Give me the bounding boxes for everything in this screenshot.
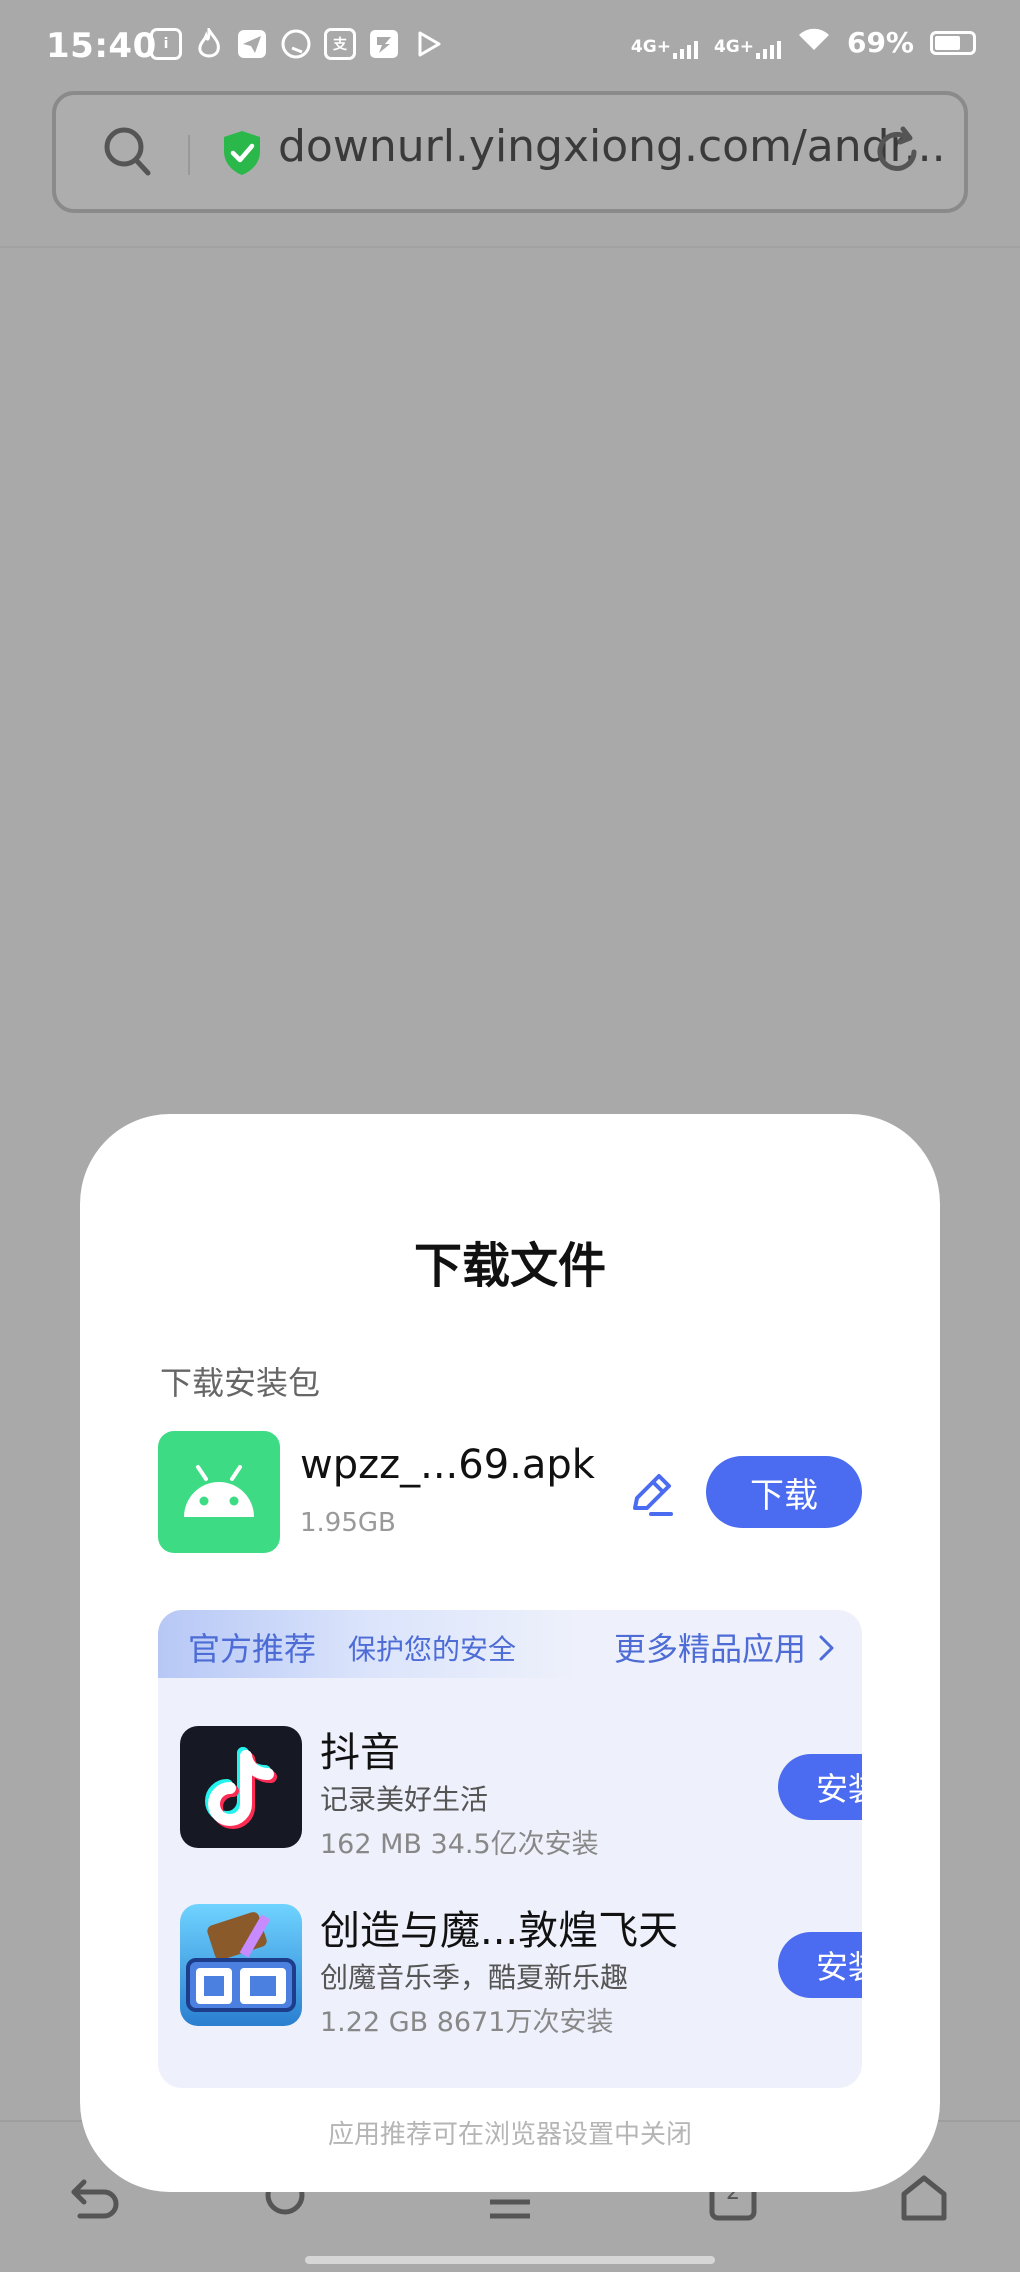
- android-icon: [158, 1431, 280, 1553]
- search-icon[interactable]: [102, 125, 154, 185]
- download-button[interactable]: 下载: [706, 1456, 862, 1528]
- chevron-right-icon[interactable]: [818, 1634, 836, 1666]
- gesture-bar[interactable]: [305, 2256, 715, 2264]
- wifi-icon: [797, 26, 831, 59]
- address-bar[interactable]: downurl.yingxiong.com/andr...: [52, 91, 968, 213]
- app-meta: 1.22 GB 8671万次安装: [320, 2007, 614, 2038]
- signal-bars-icon: [672, 39, 698, 59]
- alipay-icon: 支: [324, 28, 356, 60]
- battery-percent: 69%: [846, 26, 914, 59]
- status-right: 4G+ 4G+ 69%: [631, 26, 976, 59]
- signal-bars-icon: [755, 39, 781, 59]
- install-button[interactable]: 安装: [778, 1754, 862, 1820]
- more-apps-link[interactable]: 更多精品应用: [614, 1624, 806, 1670]
- back-icon[interactable]: [70, 2172, 122, 2228]
- dialog-title: 下载文件: [413, 1238, 606, 1294]
- install-button[interactable]: 安装: [778, 1932, 862, 1998]
- official-recommend-label: 官方推荐: [188, 1630, 317, 1668]
- signal-2: 4G+: [714, 26, 781, 59]
- fire-icon: [194, 24, 224, 64]
- app-desc: 记录美好生活: [320, 1783, 489, 1816]
- status-bar: 15:40 i 支 4G+ 4G+ 69%: [0, 0, 1020, 90]
- download-dialog: 下载文件 下载安装包 wpzz_...69.apk 1.95GB 下载 官方推荐…: [80, 1114, 940, 2192]
- battery-icon: [930, 30, 976, 55]
- address-divider: [188, 135, 190, 175]
- app-meta: 162 MB 34.5亿次安装: [320, 1829, 599, 1860]
- recommendation-panel: 官方推荐 保护您的安全 更多精品应用 抖音 记录美好生活 162 MB 34.5…: [158, 1610, 862, 2088]
- iqiyi-icon: i: [150, 28, 182, 60]
- toolbar-divider: [0, 246, 1020, 248]
- notification-icons: i 支: [150, 24, 444, 64]
- list-item: 创造与魔...敦煌飞天 创魔音乐季，酷夏新乐趣 1.22 GB 8671万次安装…: [180, 1904, 862, 2038]
- file-name: wpzz_...69.apk: [300, 1442, 595, 1488]
- app-name: 创造与魔...敦煌飞天: [320, 1908, 679, 1954]
- game-icon: [368, 28, 400, 64]
- list-item: 抖音 记录美好生活 162 MB 34.5亿次安装 安装: [180, 1726, 862, 1860]
- url-text[interactable]: downurl.yingxiong.com/andr...: [278, 121, 946, 172]
- reload-icon[interactable]: [870, 125, 924, 183]
- qq-icon: [280, 28, 312, 64]
- edit-icon[interactable]: [625, 1468, 677, 1524]
- paper-plane-icon: [236, 28, 268, 64]
- app-name: 抖音: [320, 1730, 400, 1776]
- safety-label: 保护您的安全: [348, 1633, 517, 1666]
- creation-magic-icon[interactable]: [180, 1904, 302, 2026]
- home-icon[interactable]: [898, 2172, 950, 2228]
- app-desc: 创魔音乐季，酷夏新乐趣: [320, 1961, 629, 1994]
- douyin-icon[interactable]: [180, 1726, 302, 1848]
- section-label: 下载安装包: [160, 1364, 321, 1402]
- footer-note: 应用推荐可在浏览器设置中关闭: [327, 2120, 692, 2150]
- file-size: 1.95GB: [300, 1508, 396, 1538]
- signal-1: 4G+: [631, 26, 698, 59]
- play-icon: [412, 28, 444, 64]
- secure-shield-icon: [221, 129, 263, 181]
- status-time: 15:40: [46, 26, 157, 66]
